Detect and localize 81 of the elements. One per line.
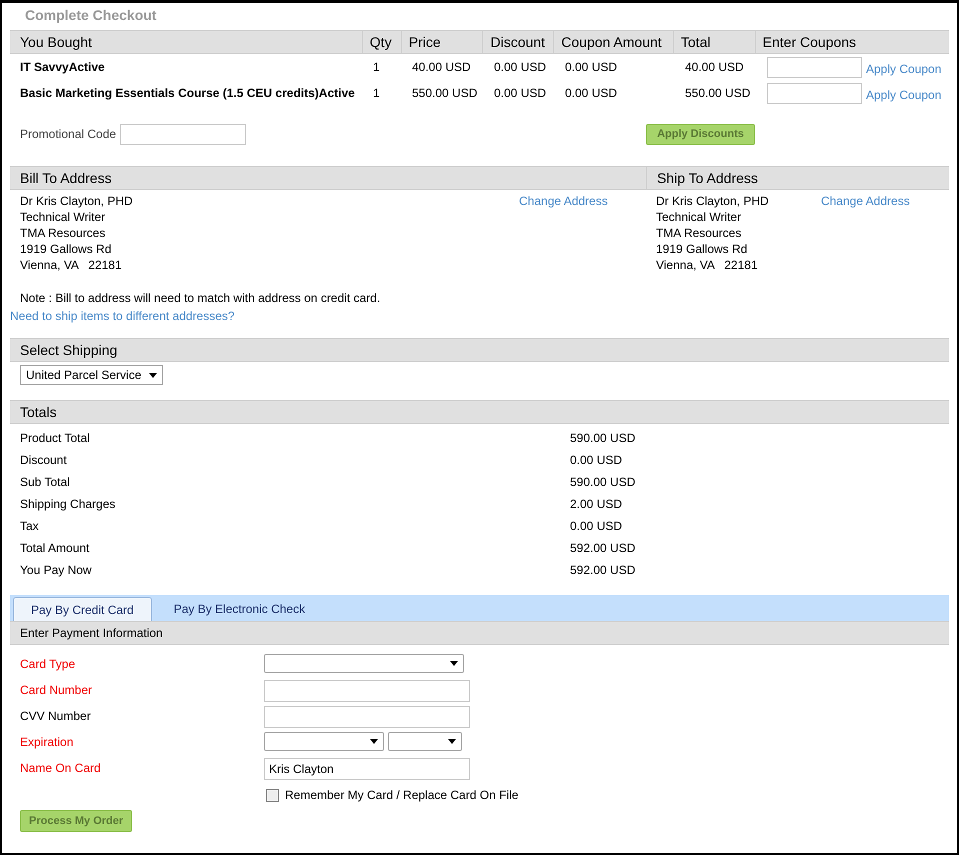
address-line: Vienna, VA 22181: [20, 257, 123, 273]
address-line: TMA Resources: [20, 225, 106, 241]
address-line: 1919 Gallows Rd: [20, 241, 112, 257]
column-header: Total: [672, 31, 755, 53]
coupon-field[interactable]: [767, 57, 862, 78]
remember-checkbox[interactable]: [266, 788, 279, 802]
shipping-dropdown[interactable]: United Parcel Service: [20, 365, 164, 385]
table-cell-text: 40.00 USD: [684, 59, 745, 76]
address-line: Dr Kris Clayton, PHD: [656, 193, 770, 209]
text-field[interactable]: [264, 680, 470, 702]
total-label: Shipping Charges: [20, 496, 116, 513]
caret-icon: [149, 372, 158, 378]
section-header: Select Shipping: [10, 338, 949, 362]
coupon-field[interactable]: [767, 83, 862, 104]
caret-icon: [370, 739, 378, 744]
section-header: Bill To Address: [10, 166, 646, 190]
address-line: TMA Resources: [656, 225, 742, 241]
column-header: Price: [400, 31, 482, 53]
expiration-dropdown[interactable]: [264, 732, 384, 751]
table-cell-text: 40.00 USD: [411, 59, 472, 76]
total-value: 592.00 USD: [570, 562, 636, 579]
total-label: You Pay Now: [20, 562, 93, 579]
table-cell-text: 550.00 USD: [411, 85, 478, 102]
total-value: 0.00 USD: [570, 452, 622, 469]
expiration-dropdown[interactable]: [388, 732, 462, 751]
column-header: Coupon Amount: [553, 31, 673, 53]
address-line: Technical Writer: [656, 209, 742, 225]
column-header: Qty: [362, 31, 401, 53]
address-line: Technical Writer: [20, 209, 106, 225]
text-field[interactable]: [264, 706, 470, 728]
field-label: Expiration: [20, 734, 74, 751]
field-label: Card Number: [20, 682, 94, 699]
address-line: 1919 Gallows Rd: [656, 241, 748, 257]
total-value: 2.00 USD: [570, 496, 622, 513]
apply-coupon-link[interactable]: Apply Coupon: [866, 58, 942, 78]
column-header: Discount: [482, 31, 554, 53]
page-title: Complete Checkout: [24, 6, 158, 25]
total-label: Product Total: [20, 430, 91, 447]
section-header: Totals: [10, 400, 949, 424]
payment-tab[interactable]: Pay By Electronic Check: [152, 597, 328, 621]
table-cell-text: 0.00 USD: [493, 59, 548, 76]
total-value: 590.00 USD: [570, 430, 636, 447]
address-line: Vienna, VA 22181: [656, 257, 759, 273]
caret-icon: [448, 739, 456, 744]
table-cell-text: 1: [372, 59, 381, 76]
change-address-link[interactable]: Change Address: [519, 193, 608, 273]
table-cell-text: 0.00 USD: [493, 85, 548, 102]
table-cell-text: 0.00 USD: [564, 59, 618, 76]
total-value: 592.00 USD: [570, 540, 636, 557]
total-label: Sub Total: [20, 474, 71, 491]
field-label: Promotional Code: [19, 126, 118, 143]
change-address-link[interactable]: Change Address: [820, 193, 910, 273]
section-header: Ship To Address: [646, 166, 949, 190]
field-label: CVV Number: [20, 708, 92, 725]
total-label: Discount: [20, 452, 68, 469]
checkbox-label: Remember My Card / Replace Card On File: [285, 787, 518, 804]
column-header: You Bought: [19, 33, 93, 52]
apply-coupon-link[interactable]: Apply Coupon: [866, 84, 942, 104]
total-label: Tax: [20, 518, 40, 535]
table-cell-text: 0.00 USD: [564, 85, 618, 102]
text-field[interactable]: Kris Clayton: [264, 758, 470, 780]
column-header: Enter Coupons: [754, 31, 949, 53]
promo-code-field[interactable]: [120, 124, 246, 144]
field-label: Name On Card: [20, 760, 102, 777]
table-cell-text: IT SavvyActive: [19, 59, 106, 76]
section-header: Enter Payment Information: [10, 621, 949, 645]
payment-tab[interactable]: Pay By Credit Card: [13, 597, 152, 621]
field-label: Card Type: [20, 656, 76, 673]
total-value: 590.00 USD: [570, 474, 636, 491]
total-value: 0.00 USD: [570, 518, 622, 535]
note-text: Note : Bill to address will need to match with address on credit card.: [19, 290, 382, 306]
card-type-dropdown[interactable]: [264, 654, 464, 673]
caret-icon: [450, 661, 458, 666]
table-cell-text: 550.00 USD: [684, 85, 752, 102]
process-order-button[interactable]: Process My Order: [20, 810, 132, 832]
address-line: Dr Kris Clayton, PHD: [20, 193, 134, 209]
table-cell-text: 1: [372, 85, 381, 102]
apply-discounts-button[interactable]: Apply Discounts: [646, 124, 755, 144]
total-label: Total Amount: [20, 540, 90, 557]
table-cell-text: Basic Marketing Essentials Course (1.5 CEU credits)Active: [19, 85, 356, 102]
ship-link[interactable]: Need to ship items to different addresses?: [10, 309, 235, 323]
